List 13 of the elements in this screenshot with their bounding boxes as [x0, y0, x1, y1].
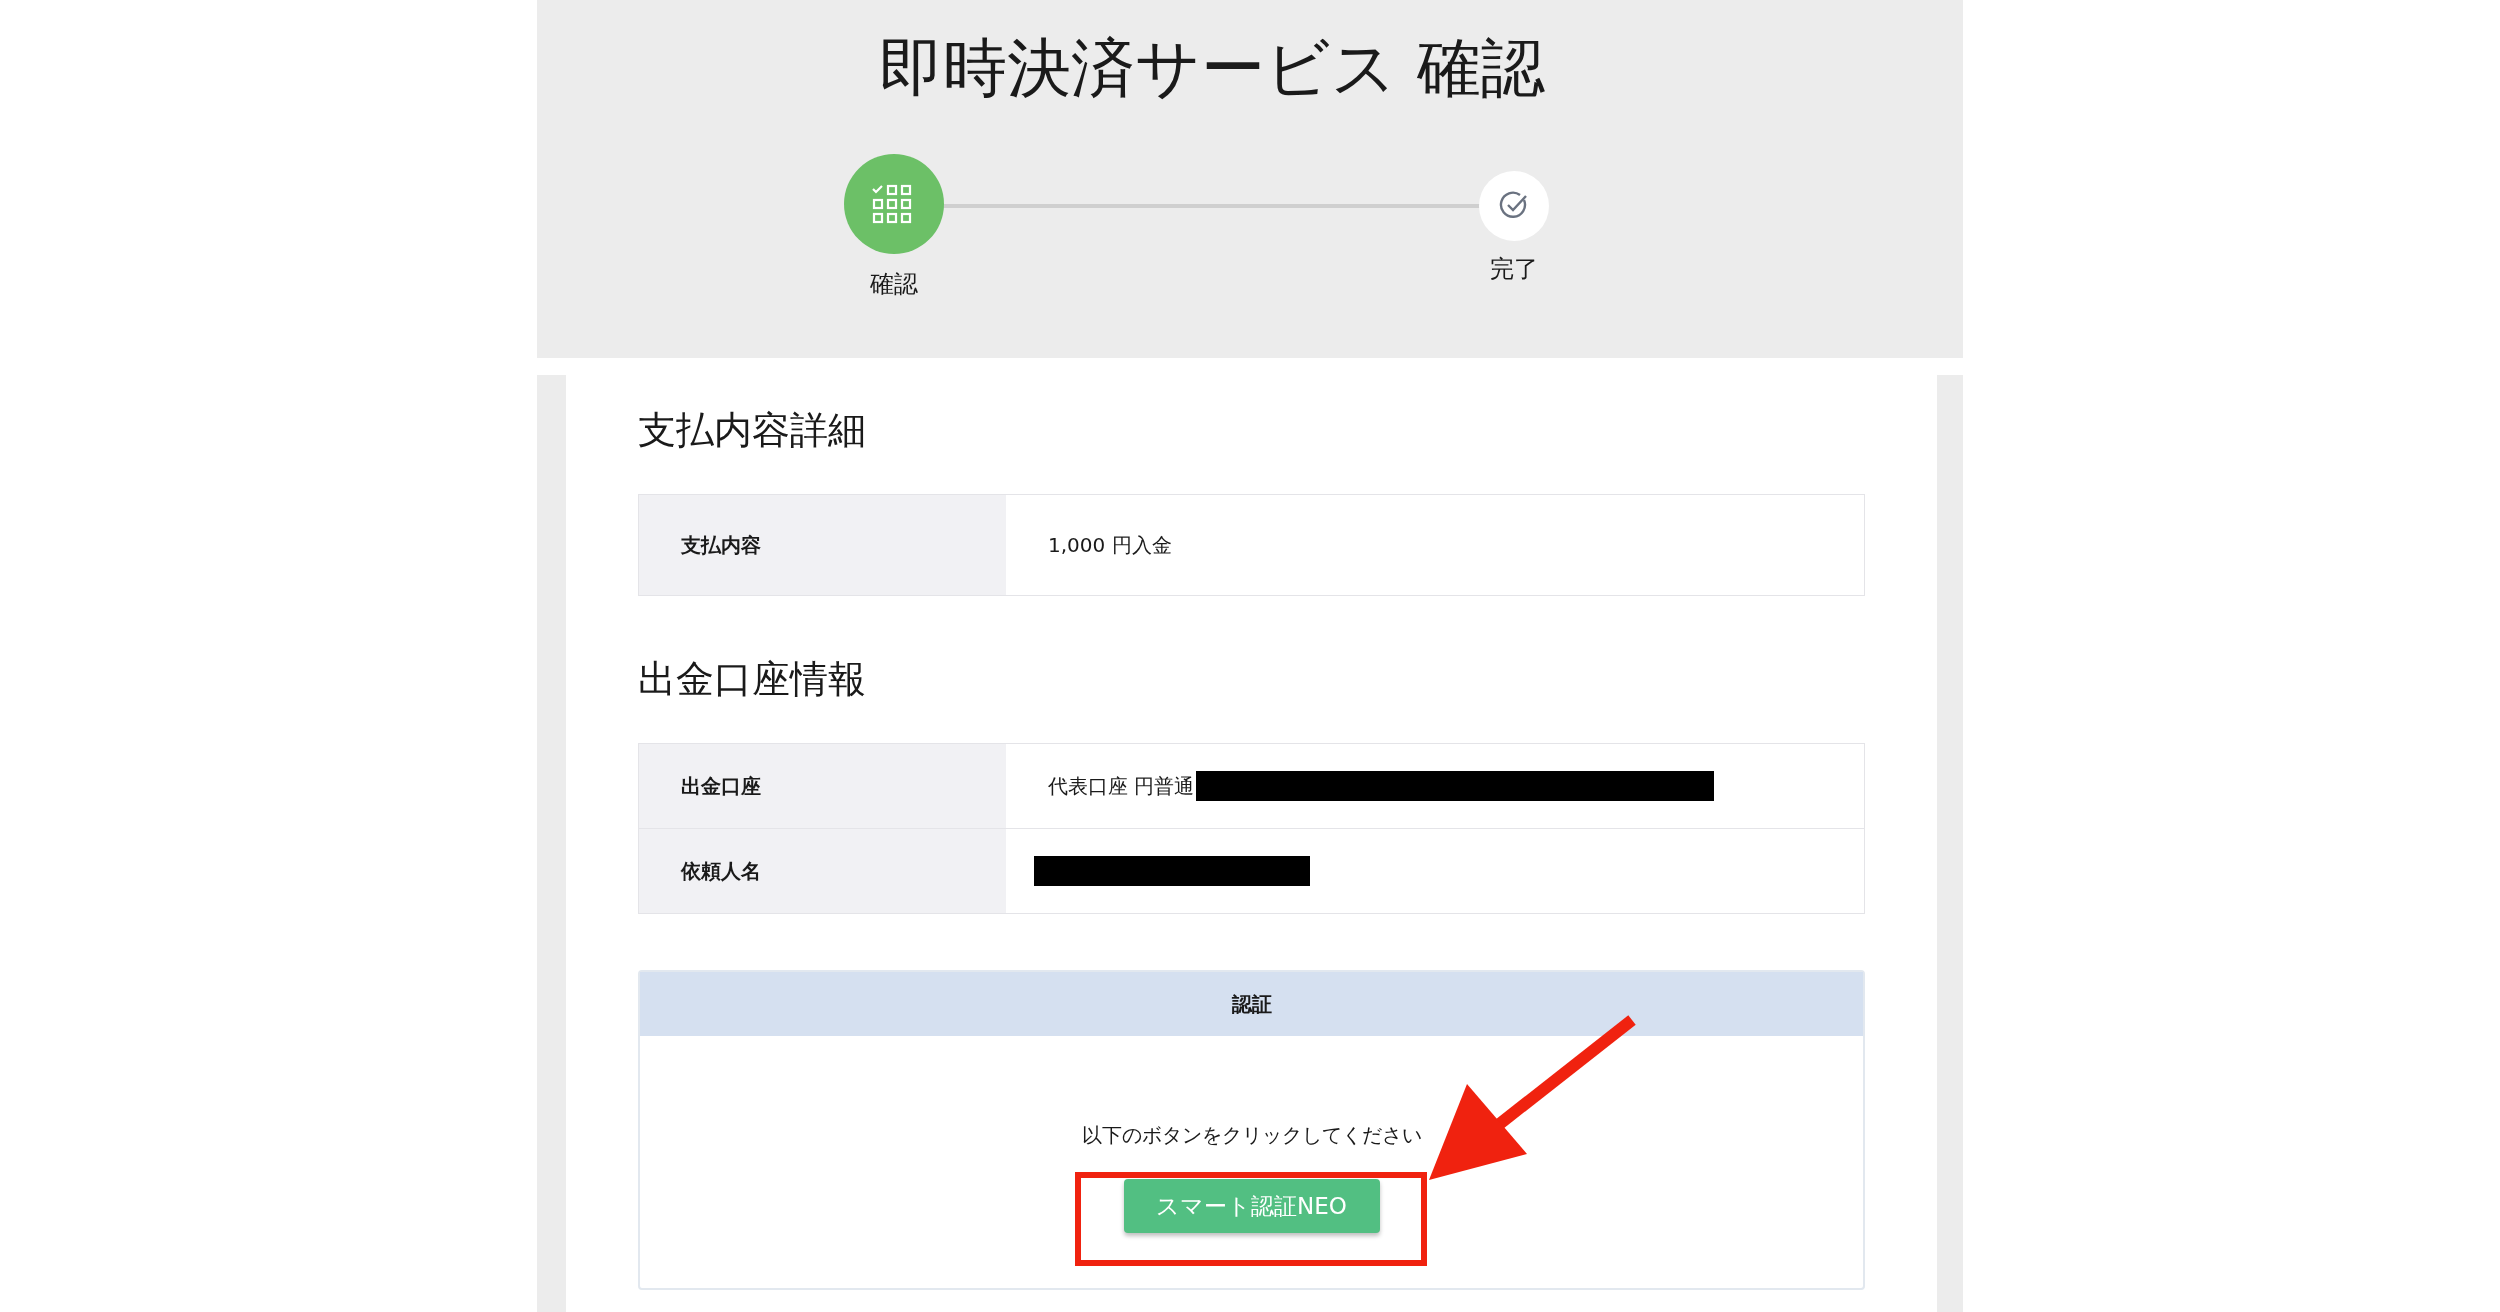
step-label: 完了: [1490, 254, 1538, 285]
section-heading: 出金口座情報: [638, 656, 867, 703]
page-title: 即時決済サービス 確認: [878, 30, 1546, 107]
row-value: 1,000 円入金: [1048, 531, 1172, 559]
row-label: 出金口座: [639, 744, 1006, 828]
smart-auth-button[interactable]: スマート認証NEO: [1123, 1179, 1380, 1233]
row-label: 支払内容: [639, 495, 1006, 595]
step-label: 確認: [870, 269, 918, 300]
instruction-text: 以下のボタンをクリックしてください: [1081, 1122, 1422, 1149]
auth-header: 認証: [640, 972, 1863, 1036]
row-label: 依頼人名: [639, 829, 1006, 913]
section-heading: 支払内容詳細: [638, 407, 867, 454]
row-value: 代表口座 円普通: [1048, 772, 1195, 800]
